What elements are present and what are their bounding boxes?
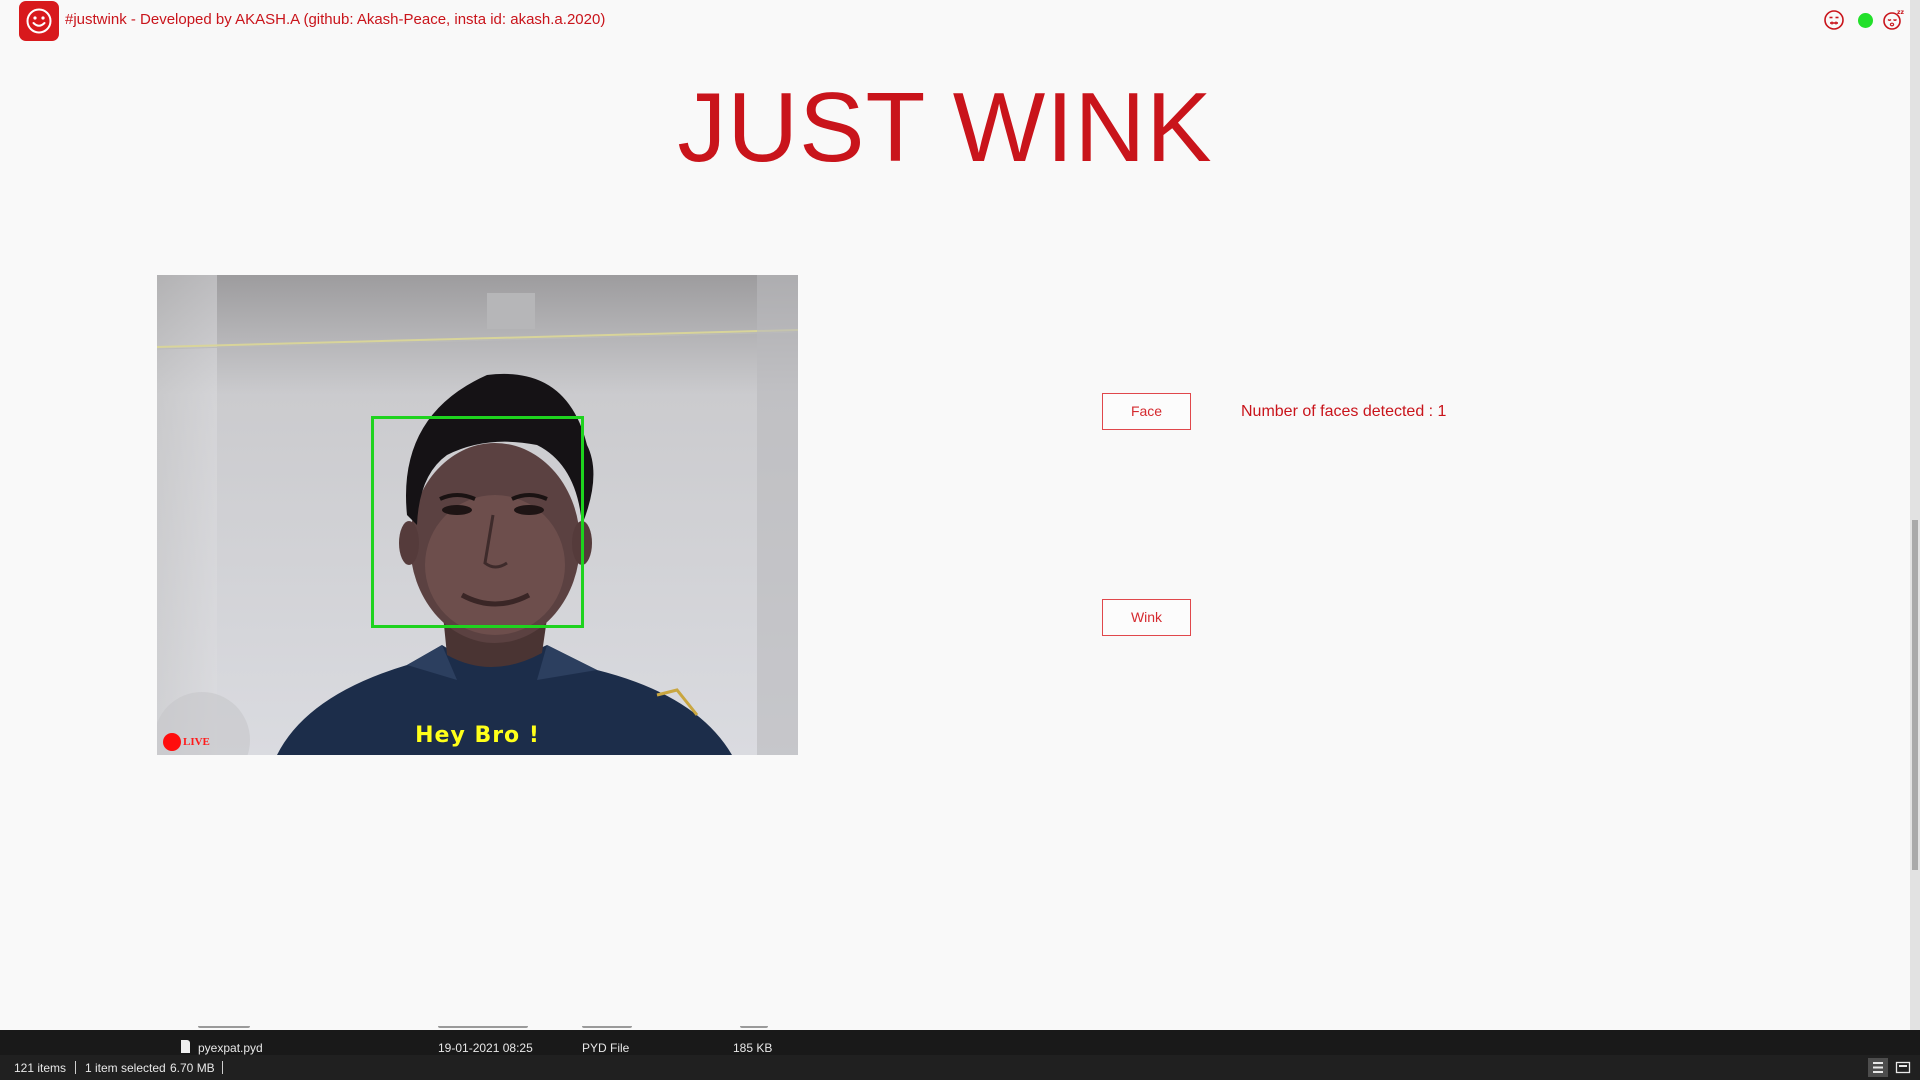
status-separator [222,1061,223,1074]
face-button[interactable]: Face [1102,393,1191,430]
explorer-status-bar: 121 items 1 item selected 6.70 MB [0,1055,1920,1080]
status-separator [75,1061,76,1074]
title-bar[interactable]: #justwink - Developed by AKASH.A (github… [0,0,1910,42]
selection-size: 6.70 MB [170,1061,215,1075]
faces-detected-label: Number of faces detected : 1 [1241,403,1447,420]
smiley-app-icon [19,1,59,41]
file-size: 185 KB [733,1041,773,1055]
minimize-face-icon[interactable] [1823,9,1845,31]
greeting-overlay: Hey Bro ! [415,723,540,748]
wink-button[interactable]: Wink [1102,599,1191,636]
file-explorer-list: pyexpat.pyd 19-01-2021 08:25 PYD File 18… [0,1026,1920,1055]
green-dot-icon[interactable] [1854,9,1876,31]
face-detection-box [371,416,584,628]
item-count: 121 items [14,1061,67,1075]
scrollbar-thumb[interactable] [1912,520,1918,870]
file-date: 19-01-2021 08:25 [438,1041,533,1055]
window-title: #justwink - Developed by AKASH.A (github… [65,11,606,28]
camera-feed: LIVE Hey Bro ! [157,275,798,755]
vertical-scrollbar[interactable] [1910,0,1920,1055]
file-icon [181,1040,190,1053]
app-window: #justwink - Developed by AKASH.A (github… [0,0,1910,1030]
file-name[interactable]: pyexpat.pyd [198,1041,263,1055]
file-type: PYD File [582,1041,630,1055]
selection-count: 1 item selected [85,1061,166,1075]
details-view-icon[interactable] [1868,1058,1888,1077]
partial-file-row [180,1026,780,1034]
svg-text:zzz: zzz [1897,9,1904,16]
sleeping-face-icon[interactable]: zzz [1882,9,1908,31]
large-icons-view-icon[interactable] [1893,1058,1913,1077]
app-heading: JUST WINK [677,72,1213,182]
